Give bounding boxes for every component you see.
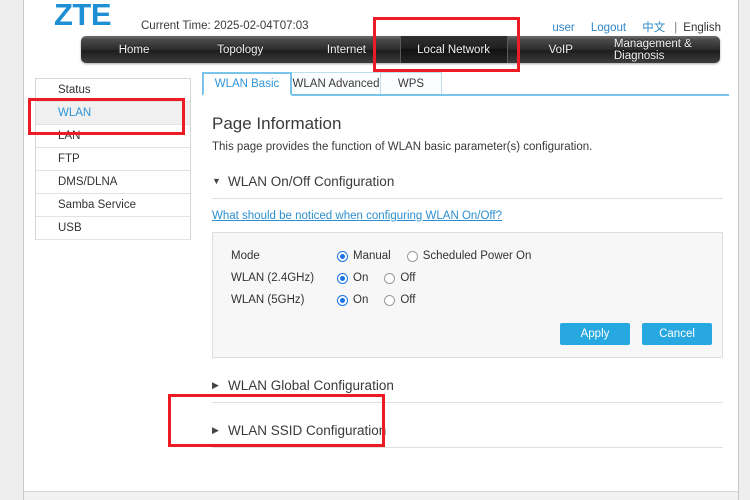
sidebar-menu: Status WLAN LAN FTP DMS/DLNA Samba Servi…	[35, 78, 191, 240]
radio-label-24ghz-off: Off	[400, 272, 416, 284]
label-wlan-24ghz: WLAN (2.4GHz)	[231, 272, 315, 284]
logout-link[interactable]: Logout	[591, 22, 626, 34]
action-button-row: Apply Cancel	[548, 323, 712, 345]
nav-item-management-diagnosis[interactable]: Management & Diagnosis	[614, 36, 720, 63]
nav-item-voip[interactable]: VoIP	[508, 36, 614, 63]
triangle-right-icon: ▶	[212, 424, 219, 435]
cancel-button[interactable]: Cancel	[642, 323, 712, 345]
body-area: Status WLAN LAN FTP DMS/DLNA Samba Servi…	[24, 70, 738, 492]
sidebar-item-lan[interactable]: LAN	[36, 125, 190, 148]
section-wlan-global: ▶ WLAN Global Configuration	[212, 374, 723, 403]
page-header: ZTE Current Time: 2025-02-04T07:03 user …	[24, 0, 738, 36]
wlan-onoff-notice-link[interactable]: What should be noticed when configuring …	[212, 210, 502, 222]
apply-button[interactable]: Apply	[560, 323, 630, 345]
radio-label-manual: Manual	[353, 250, 391, 262]
radio-label-24ghz-on: On	[353, 272, 369, 284]
radio-group-wlan-5ghz: On Off	[337, 294, 431, 306]
radio-option-24ghz-on[interactable]: On	[337, 272, 368, 284]
page-description: This page provides the function of WLAN …	[212, 141, 593, 153]
tab-bar: WLAN Basic WLAN Advanced WPS	[202, 70, 729, 96]
language-chinese-link[interactable]: 中文	[642, 22, 665, 34]
radio-option-5ghz-off[interactable]: Off	[384, 294, 415, 306]
nav-item-internet[interactable]: Internet	[293, 36, 399, 63]
radio-option-manual[interactable]: Manual	[337, 250, 391, 262]
section-title-wlan-global: WLAN Global Configuration	[228, 377, 394, 393]
router-admin-page: ZTE Current Time: 2025-02-04T07:03 user …	[23, 0, 739, 500]
radio-option-5ghz-on[interactable]: On	[337, 294, 368, 306]
section-title-wlan-onoff: WLAN On/Off Configuration	[228, 173, 395, 189]
radio-24ghz-on-icon[interactable]	[337, 272, 348, 284]
section-wlan-ssid: ▶ WLAN SSID Configuration	[212, 419, 723, 448]
page-footer	[24, 491, 738, 500]
radio-label-5ghz-on: On	[353, 294, 369, 306]
tab-wlan-advanced[interactable]: WLAN Advanced	[291, 72, 381, 94]
section-header-wlan-onoff[interactable]: ▼ WLAN On/Off Configuration	[212, 170, 723, 199]
zte-logo: ZTE	[54, 0, 112, 32]
config-row-wlan-5ghz: WLAN (5GHz) On Off	[231, 289, 722, 311]
radio-option-scheduled-power-on[interactable]: Scheduled Power On	[406, 250, 532, 262]
radio-scheduled-power-on-icon[interactable]	[406, 250, 418, 262]
tab-wlan-basic[interactable]: WLAN Basic	[202, 72, 292, 96]
radio-option-24ghz-off[interactable]: Off	[384, 272, 415, 284]
nav-item-local-network[interactable]: Local Network	[399, 36, 508, 63]
main-navigation: Home Topology Internet Local Network VoI…	[81, 36, 720, 63]
content-pane: WLAN Basic WLAN Advanced WPS Page Inform…	[202, 70, 729, 448]
sidebar-item-usb[interactable]: USB	[36, 217, 190, 240]
section-header-wlan-ssid[interactable]: ▶ WLAN SSID Configuration	[212, 419, 723, 448]
label-mode: Mode	[231, 250, 260, 262]
sidebar-item-wlan[interactable]: WLAN	[36, 102, 190, 125]
section-title-wlan-ssid: WLAN SSID Configuration	[228, 422, 387, 438]
radio-label-scheduled-power-on: Scheduled Power On	[422, 250, 532, 262]
language-separator: |	[674, 22, 678, 34]
radio-24ghz-off-icon[interactable]	[384, 272, 396, 284]
section-wlan-onoff: ▼ WLAN On/Off Configuration What should …	[212, 170, 723, 358]
radio-manual-icon[interactable]	[337, 250, 348, 262]
sidebar-item-samba-service[interactable]: Samba Service	[36, 194, 190, 217]
config-row-mode: Mode Manual Scheduled Power On	[231, 245, 722, 267]
radio-group-wlan-24ghz: On Off	[337, 272, 431, 284]
triangle-right-icon: ▶	[212, 379, 219, 390]
sidebar-item-status[interactable]: Status	[36, 79, 190, 102]
top-utility-links: user Logout 中文 | English	[539, 19, 721, 35]
page-title: Page Information	[212, 114, 342, 133]
nav-item-topology[interactable]: Topology	[187, 36, 293, 63]
wlan-onoff-config-panel: Mode Manual Scheduled Power On WLAN (2.4…	[212, 232, 723, 358]
nav-item-home[interactable]: Home	[81, 36, 187, 63]
sidebar-item-dms-dlna[interactable]: DMS/DLNA	[36, 171, 190, 194]
current-time-label: Current Time: 2025-02-04T07:03	[141, 20, 309, 32]
config-row-wlan-24ghz: WLAN (2.4GHz) On Off	[231, 267, 722, 289]
radio-group-mode: Manual Scheduled Power On	[337, 250, 547, 262]
tab-wps[interactable]: WPS	[380, 72, 442, 94]
user-link[interactable]: user	[552, 22, 574, 34]
sidebar-item-ftp[interactable]: FTP	[36, 148, 190, 171]
radio-5ghz-off-icon[interactable]	[384, 294, 396, 306]
radio-label-5ghz-off: Off	[400, 294, 416, 306]
radio-5ghz-on-icon[interactable]	[337, 294, 348, 306]
label-wlan-5ghz: WLAN (5GHz)	[231, 294, 305, 306]
triangle-down-icon: ▼	[212, 175, 221, 186]
section-header-wlan-global[interactable]: ▶ WLAN Global Configuration	[212, 374, 723, 403]
language-english-link[interactable]: English	[683, 22, 721, 34]
